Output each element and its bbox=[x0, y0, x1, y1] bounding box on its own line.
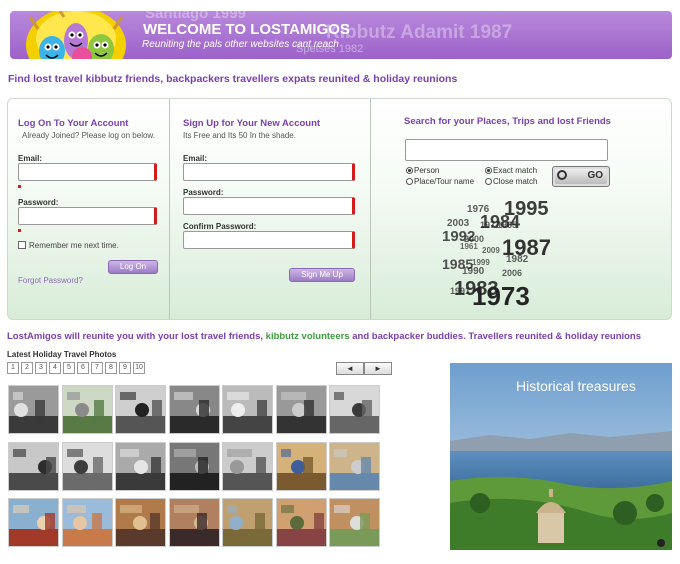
login-password-input[interactable] bbox=[18, 207, 157, 225]
photo-thumbnail[interactable] bbox=[115, 441, 166, 491]
page-link-1[interactable]: 1 bbox=[7, 362, 19, 374]
header-banner: Santiago 1999 Kibbutz Adamit 1987 Spetse… bbox=[10, 11, 672, 59]
login-email-label: Email: bbox=[18, 154, 43, 163]
forgot-password-link[interactable]: Forgot Password? bbox=[18, 276, 83, 285]
photo-thumbnail[interactable] bbox=[8, 498, 59, 547]
signup-section: Sign Up for Your New Account Its Free an… bbox=[171, 99, 371, 319]
person-radio-label: Person bbox=[414, 166, 440, 175]
year-tag[interactable]: 1982 bbox=[506, 255, 528, 265]
go-search-button[interactable]: GO bbox=[552, 166, 610, 187]
photo-thumbnail[interactable] bbox=[61, 385, 113, 434]
year-cloud: 1976 1984 1995 2003 1992 1987 2009 1985 1999 1982… bbox=[442, 199, 582, 309]
signup-confirm-label: Confirm Password: bbox=[183, 222, 257, 231]
photo-thumbnail[interactable] bbox=[275, 441, 327, 491]
intro-part-4: Travellers reunited & holiday reunions bbox=[468, 331, 642, 342]
feature-image[interactable]: Historical treasures bbox=[450, 363, 672, 550]
login-password-label: Password: bbox=[18, 198, 59, 207]
page-link-6[interactable]: 6 bbox=[77, 362, 89, 374]
magnifier-icon bbox=[557, 170, 567, 180]
photo-thumbnail[interactable] bbox=[8, 385, 59, 434]
lostamigos-logo[interactable] bbox=[24, 11, 128, 59]
photo-thumbnail[interactable] bbox=[329, 385, 380, 434]
photo-thumbnail[interactable] bbox=[115, 385, 166, 434]
page-link-7[interactable]: 7 bbox=[91, 362, 103, 374]
year-tag[interactable]: 2009 bbox=[482, 247, 500, 255]
tagline: Reuniting the pals other websites cant r… bbox=[142, 39, 339, 50]
place-radio[interactable] bbox=[406, 178, 413, 185]
intro-part-3: and backpacker buddies. bbox=[352, 331, 466, 342]
exact-match-radio[interactable] bbox=[485, 167, 492, 174]
page-link-4[interactable]: 4 bbox=[49, 362, 61, 374]
login-section: Log On To Your Account Already Joined? P… bbox=[8, 99, 170, 319]
intro-text: LostAmigos will reunite you with your lo… bbox=[7, 331, 641, 342]
photo-thumbnail[interactable] bbox=[168, 385, 220, 434]
year-tag[interactable]: 1965 bbox=[497, 221, 517, 230]
photo-thumbnail[interactable] bbox=[329, 441, 380, 491]
page-subheading: Find lost travel kibbutz friends, backpa… bbox=[8, 73, 458, 85]
search-title: Search for your Places, Trips and lost F… bbox=[404, 116, 611, 127]
photo-grid bbox=[8, 385, 380, 547]
gallery-title: Latest Holiday Travel Photos bbox=[7, 350, 117, 359]
page-link-2[interactable]: 2 bbox=[21, 362, 33, 374]
signup-email-label: Email: bbox=[183, 154, 208, 163]
year-tag[interactable]: 1991 bbox=[450, 287, 470, 296]
account-panel: Log On To Your Account Already Joined? P… bbox=[7, 98, 672, 320]
year-tag[interactable]: 1995 bbox=[504, 199, 549, 219]
go-label: GO bbox=[587, 170, 603, 181]
year-tag[interactable]: 1961 bbox=[460, 243, 478, 251]
login-subtitle: Already Joined? Please log on below. bbox=[22, 131, 155, 140]
signup-password-label: Password: bbox=[183, 188, 224, 197]
close-match-radio[interactable] bbox=[485, 178, 492, 185]
ghost-text-mid: Kibbutz Adamit 1987 bbox=[326, 22, 513, 43]
person-radio[interactable] bbox=[406, 167, 413, 174]
page-link-8[interactable]: 8 bbox=[105, 362, 117, 374]
place-radio-label: Place/Tour name bbox=[414, 177, 475, 186]
page-link-5[interactable]: 5 bbox=[63, 362, 75, 374]
gallery-prev-button[interactable]: ◄ bbox=[336, 362, 364, 375]
signup-subtitle: Its Free and Its 50 In the shade. bbox=[183, 131, 296, 140]
login-email-input[interactable] bbox=[18, 163, 157, 181]
photo-thumbnail[interactable] bbox=[61, 441, 113, 491]
kibbutz-volunteers-link[interactable]: kibbutz volunteers bbox=[266, 331, 350, 342]
photo-thumbnail[interactable] bbox=[61, 498, 113, 547]
photo-thumbnail[interactable] bbox=[168, 441, 220, 491]
search-section: Search for your Places, Trips and lost F… bbox=[372, 99, 672, 319]
login-title: Log On To Your Account bbox=[18, 118, 129, 129]
year-tag[interactable]: 1990 bbox=[462, 267, 484, 277]
remember-me-checkbox[interactable] bbox=[18, 241, 26, 249]
gallery-nav: ◄ ► bbox=[336, 362, 392, 375]
required-marker bbox=[18, 229, 21, 232]
gallery-next-button[interactable]: ► bbox=[364, 362, 392, 375]
photo-thumbnail[interactable] bbox=[168, 498, 220, 547]
page-link-9[interactable]: 9 bbox=[119, 362, 131, 374]
photo-thumbnail[interactable] bbox=[222, 498, 273, 547]
year-tag[interactable]: 2000 bbox=[464, 235, 484, 244]
photo-thumbnail[interactable] bbox=[329, 498, 380, 547]
required-marker bbox=[18, 185, 21, 188]
search-input[interactable] bbox=[405, 139, 608, 161]
welcome-title: WELCOME TO LOSTAMIGOS bbox=[143, 21, 350, 38]
gallery-pagination: 1 2 3 4 5 6 7 8 9 10 bbox=[7, 362, 145, 374]
year-tag[interactable]: 2006 bbox=[502, 269, 522, 278]
photo-thumbnail[interactable] bbox=[8, 441, 59, 491]
photo-thumbnail[interactable] bbox=[222, 441, 273, 491]
log-on-button[interactable]: Log On bbox=[108, 260, 158, 274]
signup-email-input[interactable] bbox=[183, 163, 355, 181]
close-match-label: Close match bbox=[493, 177, 538, 186]
page-link-10[interactable]: 10 bbox=[133, 362, 145, 374]
year-tag[interactable]: 1973 bbox=[472, 283, 530, 309]
remember-me-label: Remember me next time. bbox=[29, 241, 119, 250]
exact-match-label: Exact match bbox=[493, 166, 538, 175]
page-link-3[interactable]: 3 bbox=[35, 362, 47, 374]
photo-thumbnail[interactable] bbox=[115, 498, 166, 547]
feature-caption: Historical treasures bbox=[516, 378, 636, 394]
signup-confirm-input[interactable] bbox=[183, 231, 355, 249]
photo-thumbnail[interactable] bbox=[275, 385, 327, 434]
sign-me-up-button[interactable]: Sign Me Up bbox=[289, 268, 355, 282]
signup-title: Sign Up for Your New Account bbox=[183, 118, 321, 129]
photo-thumbnail[interactable] bbox=[222, 385, 273, 434]
intro-part-1: LostAmigos will reunite you with your lo… bbox=[7, 331, 264, 342]
signup-password-input[interactable] bbox=[183, 197, 355, 215]
photo-thumbnail[interactable] bbox=[275, 498, 327, 547]
